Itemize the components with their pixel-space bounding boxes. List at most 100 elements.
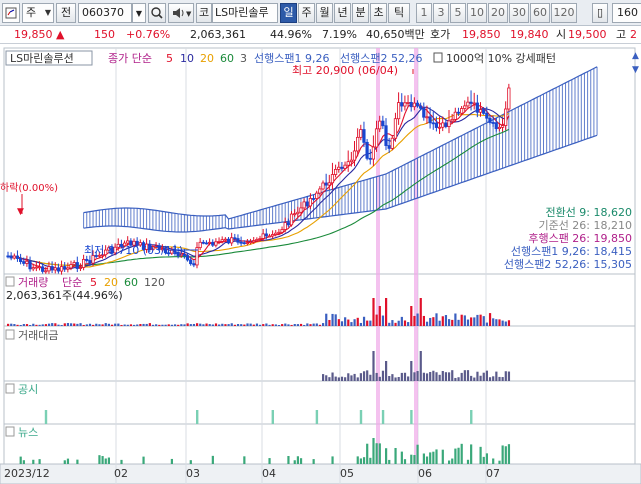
market-prefix-label[interactable]: 코 (196, 3, 212, 23)
volume-bar (19, 324, 22, 326)
news-bar (76, 459, 79, 464)
volume-bar (318, 324, 322, 326)
news-bar (22, 460, 25, 464)
volume-bar (425, 321, 429, 326)
disclosure-bar (271, 410, 274, 424)
stock-chart[interactable]: ▲ ▼ LS마린솔루션 종가 단순 5 10 20 60 3 선행스팬1 9,2… (0, 44, 641, 484)
drop-arrow-icon: ▼ (17, 207, 24, 217)
candle-body (497, 126, 502, 130)
code-dropdown-button[interactable]: ▼ (132, 3, 146, 23)
news-bar (501, 445, 504, 464)
candle-body (198, 241, 202, 249)
volume-bar (328, 319, 331, 326)
ask-price: 19,850 (462, 28, 501, 41)
candle-body (22, 261, 26, 264)
amount-panel[interactable] (3, 325, 636, 382)
tab-tick[interactable]: 틱 (388, 3, 410, 23)
market-select[interactable]: 주 ▼ (22, 3, 54, 23)
amount-bar (340, 376, 344, 381)
tab-monthly[interactable]: 월 (316, 3, 333, 23)
amount-bar (366, 370, 369, 381)
news-bar (394, 447, 397, 464)
candle-body (472, 102, 476, 105)
interval-3[interactable]: 3 (433, 3, 449, 23)
panel-toggle-button[interactable]: ▯ (592, 3, 608, 23)
interval-60[interactable]: 60 (530, 3, 550, 23)
volume-bar (25, 324, 29, 326)
ichi-value-base: 기준선 26: 18,210 (538, 219, 632, 232)
candle-body (412, 102, 416, 108)
volume-bar (362, 316, 366, 326)
interval-30[interactable]: 30 (509, 3, 529, 23)
candle-body (274, 232, 278, 235)
amount-bar (495, 371, 498, 381)
stock-name-field[interactable]: LS마린솔루 (212, 3, 278, 23)
candle-body (15, 255, 20, 259)
volume-bar (101, 324, 104, 326)
ratio-percent: 7.19% (322, 28, 357, 41)
candle-body (267, 235, 272, 238)
candle-body (78, 267, 83, 269)
volume-bar (161, 324, 164, 326)
disclosure-panel[interactable] (3, 380, 636, 425)
volume-bar (444, 315, 448, 326)
x-label-2023-12: 2023/12 (4, 467, 50, 480)
volume-bar (252, 324, 255, 326)
volume-bar (44, 324, 47, 326)
news-bar (413, 455, 416, 464)
disclosure-bar (470, 410, 473, 424)
bar-count-input[interactable]: 160 (612, 3, 641, 23)
volume-bar (7, 323, 10, 326)
interval-20[interactable]: 20 (488, 3, 508, 23)
amount-bar (372, 351, 375, 381)
period-button[interactable]: 전 (56, 3, 76, 23)
candle-body (204, 242, 209, 245)
volume-bar (271, 324, 274, 326)
volume-bar (32, 323, 35, 326)
interval-1[interactable]: 1 (416, 3, 432, 23)
tab-weekly[interactable]: 주 (298, 3, 315, 23)
chart-settings-button[interactable] (2, 3, 20, 23)
stock-code-input[interactable]: 060370 (78, 3, 132, 23)
interval-120[interactable]: 120 (551, 3, 577, 23)
news-bar (400, 451, 403, 464)
volume-bar (340, 321, 344, 326)
interval-5[interactable]: 5 (450, 3, 466, 23)
search-button[interactable] (148, 3, 166, 23)
volume-bar (95, 323, 98, 326)
volume-bar (309, 324, 312, 326)
volume-bar (196, 323, 199, 326)
volume-bar (164, 324, 167, 326)
candle-body (296, 211, 300, 215)
speaker-button[interactable]: ▼ (168, 3, 194, 23)
candle-body (69, 264, 73, 269)
scroll-up-icon[interactable]: ▲ (632, 51, 639, 61)
volume-bar (76, 323, 79, 326)
tab-daily[interactable]: 일 (280, 3, 297, 23)
scroll-down-icon[interactable]: ▼ (632, 65, 639, 75)
amount-bar (476, 371, 479, 381)
candle-body (242, 242, 246, 245)
volume-bar (441, 316, 444, 326)
news-bar (429, 452, 432, 464)
news-bar (369, 457, 372, 464)
legend-ma10: 10 (180, 52, 194, 65)
tab-second[interactable]: 초 (370, 3, 387, 23)
candle-body (44, 270, 48, 273)
amount-bar (359, 373, 362, 381)
news-bar (104, 458, 107, 464)
news-bar (32, 459, 35, 464)
candle-body (359, 129, 363, 138)
tab-yearly[interactable]: 년 (334, 3, 351, 23)
candle-body (466, 101, 470, 107)
volume-bar (347, 319, 350, 326)
tab-minute[interactable]: 분 (352, 3, 369, 23)
candle-body (406, 102, 410, 104)
volume-bar (148, 323, 151, 326)
interval-10[interactable]: 10 (467, 3, 487, 23)
amount-bar (504, 371, 507, 381)
volume-bar (66, 323, 70, 326)
candle-body (459, 108, 464, 114)
volume-bar (432, 317, 435, 326)
candle-body (444, 122, 448, 127)
